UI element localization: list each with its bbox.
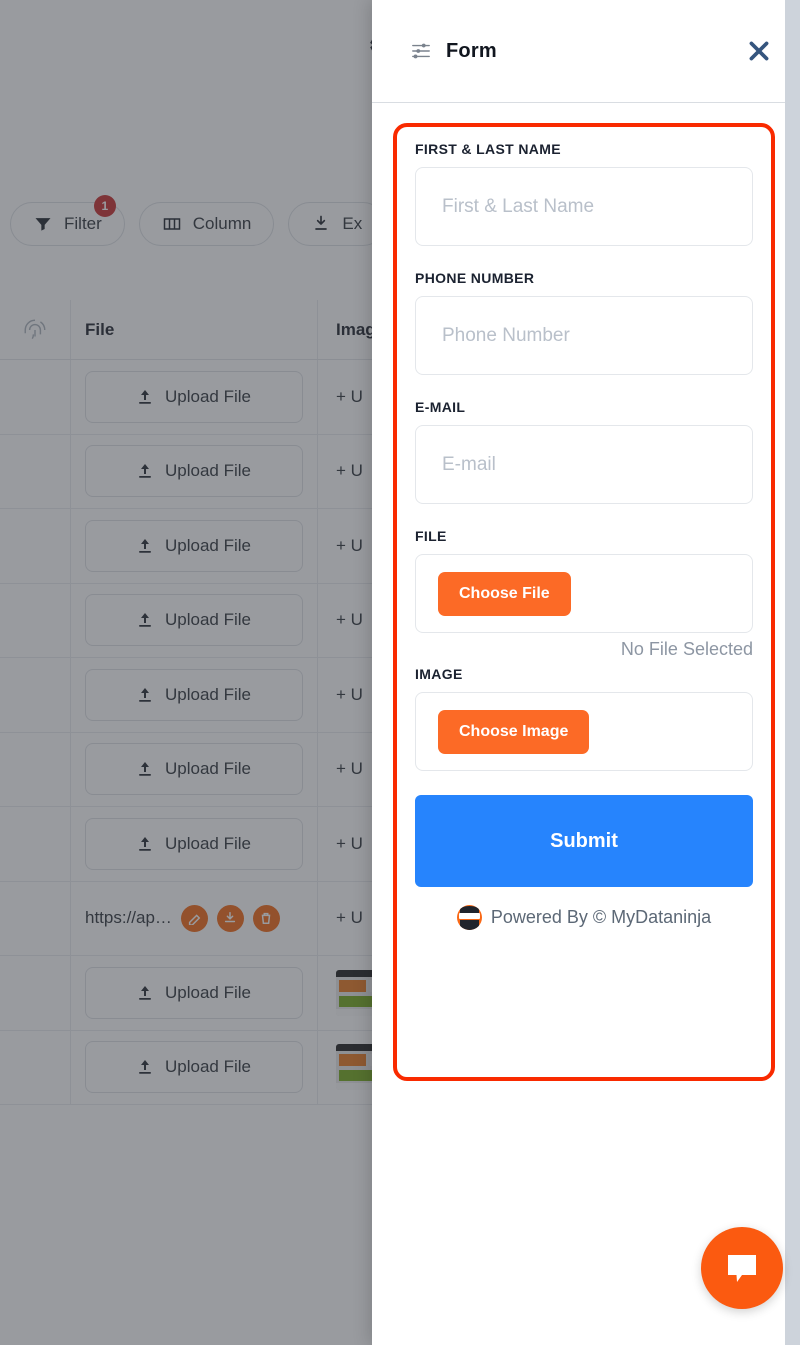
field-first-last-name: FIRST & LAST NAME First & Last Name — [415, 141, 753, 246]
filter-label: Filter — [64, 214, 102, 233]
upload-icon — [139, 613, 151, 628]
label-image: IMAGE — [415, 666, 463, 682]
input-email[interactable]: E-mail — [415, 425, 753, 504]
file-cell: Upload File — [70, 956, 317, 1030]
field-phone-number: PHONE NUMBER Phone Number — [415, 270, 753, 375]
page-scrollbar[interactable] — [785, 0, 800, 1345]
submit-button[interactable]: Submit — [415, 795, 753, 887]
file-cell: Upload File — [70, 360, 317, 434]
file-cell: Upload File — [70, 658, 317, 732]
field-file: FILE Choose File No File Selected — [415, 528, 753, 660]
upload-image-button[interactable]: + U — [336, 685, 363, 705]
upload-file-label: Upload File — [165, 982, 251, 1002]
upload-file-label: Upload File — [165, 386, 251, 406]
upload-image-button[interactable]: + U — [336, 908, 363, 928]
upload-icon — [139, 464, 151, 479]
input-phone-number[interactable]: Phone Number — [415, 296, 753, 375]
powered-by-footer: Powered By © MyDataninja — [415, 905, 753, 930]
upload-file-label: Upload File — [165, 610, 251, 630]
download-icon[interactable] — [216, 904, 244, 932]
image-dropzone[interactable]: Choose Image — [415, 692, 753, 771]
file-cell: Upload File — [70, 807, 317, 881]
powered-by-text: Powered By © MyDataninja — [490, 907, 712, 927]
upload-file-button[interactable]: Upload File — [85, 445, 303, 498]
edit-icon[interactable] — [180, 904, 208, 932]
upload-file-button[interactable]: Upload File — [85, 1041, 303, 1094]
chat-glyph — [728, 1255, 756, 1282]
upload-image-button[interactable]: + U — [336, 759, 363, 779]
upload-file-button[interactable]: Upload File — [85, 519, 303, 572]
export-download-icon — [315, 215, 328, 230]
upload-file-button[interactable]: Upload File — [85, 594, 303, 647]
sliders-icon — [410, 41, 432, 61]
upload-icon — [139, 762, 151, 777]
upload-file-button[interactable]: Upload File — [85, 817, 303, 870]
choose-file-button[interactable]: Choose File — [438, 571, 571, 616]
choose-image-button[interactable]: Choose Image — [438, 709, 590, 754]
panel-title: Form — [446, 39, 497, 62]
file-cell: Upload File — [70, 509, 317, 583]
upload-file-label: Upload File — [165, 461, 251, 481]
column-button[interactable]: Column — [138, 202, 275, 246]
export-label: Ex — [342, 214, 363, 233]
column-header-file[interactable]: File — [70, 300, 317, 359]
upload-icon — [139, 389, 151, 404]
screenshot-root: Filter 1 Column Ex File Imag Upload File… — [0, 0, 800, 1345]
export-button[interactable]: Ex — [288, 202, 386, 246]
label-phone-number: PHONE NUMBER — [415, 270, 535, 286]
panel-header: Form — [372, 0, 800, 103]
column-label: Column — [192, 214, 252, 233]
upload-icon — [139, 538, 151, 553]
upload-image-button[interactable]: + U — [336, 610, 363, 630]
file-cell: Upload File — [70, 1030, 317, 1104]
upload-file-button[interactable]: Upload File — [85, 743, 303, 796]
upload-image-button[interactable]: + U — [336, 834, 363, 854]
column-icon — [163, 218, 181, 230]
file-link-cell: https://ap… — [70, 881, 317, 955]
field-email: E-MAIL E-mail — [415, 399, 753, 504]
filter-icon — [35, 218, 51, 231]
upload-file-button[interactable]: Upload File — [85, 966, 303, 1019]
upload-icon — [139, 985, 151, 1000]
fingerprint-id-icon — [0, 317, 70, 343]
field-image: IMAGE Choose Image — [415, 666, 753, 771]
upload-icon — [139, 1060, 151, 1075]
file-dropzone[interactable]: Choose File — [415, 554, 753, 633]
delete-icon[interactable] — [252, 904, 280, 932]
filter-count-badge: 1 — [93, 195, 116, 217]
chat-bubble-icon[interactable] — [701, 1227, 783, 1309]
upload-image-button[interactable]: + U — [336, 387, 363, 407]
file-cell: Upload File — [70, 434, 317, 508]
upload-file-label: Upload File — [165, 1057, 251, 1077]
upload-icon — [139, 687, 151, 702]
upload-file-label: Upload File — [165, 759, 251, 779]
upload-image-button[interactable]: + U — [336, 461, 363, 481]
file-cell: Upload File — [70, 583, 317, 657]
label-first-last-name: FIRST & LAST NAME — [415, 141, 561, 157]
upload-file-button[interactable]: Upload File — [85, 668, 303, 721]
upload-image-button[interactable]: + U — [336, 536, 363, 556]
upload-file-label: Upload File — [165, 833, 251, 853]
file-cell: Upload File — [70, 732, 317, 806]
file-url-text[interactable]: https://ap… — [85, 908, 172, 928]
input-first-last-name[interactable]: First & Last Name — [415, 167, 753, 246]
upload-file-label: Upload File — [165, 535, 251, 555]
form-side-panel: Form FIRST & LAST NAME First & Last Name… — [372, 0, 800, 1345]
form-body: FIRST & LAST NAME First & Last Name PHON… — [393, 123, 775, 946]
close-icon[interactable] — [746, 38, 772, 64]
upload-file-button[interactable]: Upload File — [85, 370, 303, 423]
label-email: E-MAIL — [415, 399, 466, 415]
mydataninja-ninja-icon — [456, 905, 482, 930]
label-file: FILE — [415, 528, 447, 544]
upload-icon — [139, 836, 151, 851]
file-status-text: No File Selected — [620, 639, 753, 659]
filter-button[interactable]: Filter 1 — [10, 195, 125, 246]
upload-file-label: Upload File — [165, 684, 251, 704]
